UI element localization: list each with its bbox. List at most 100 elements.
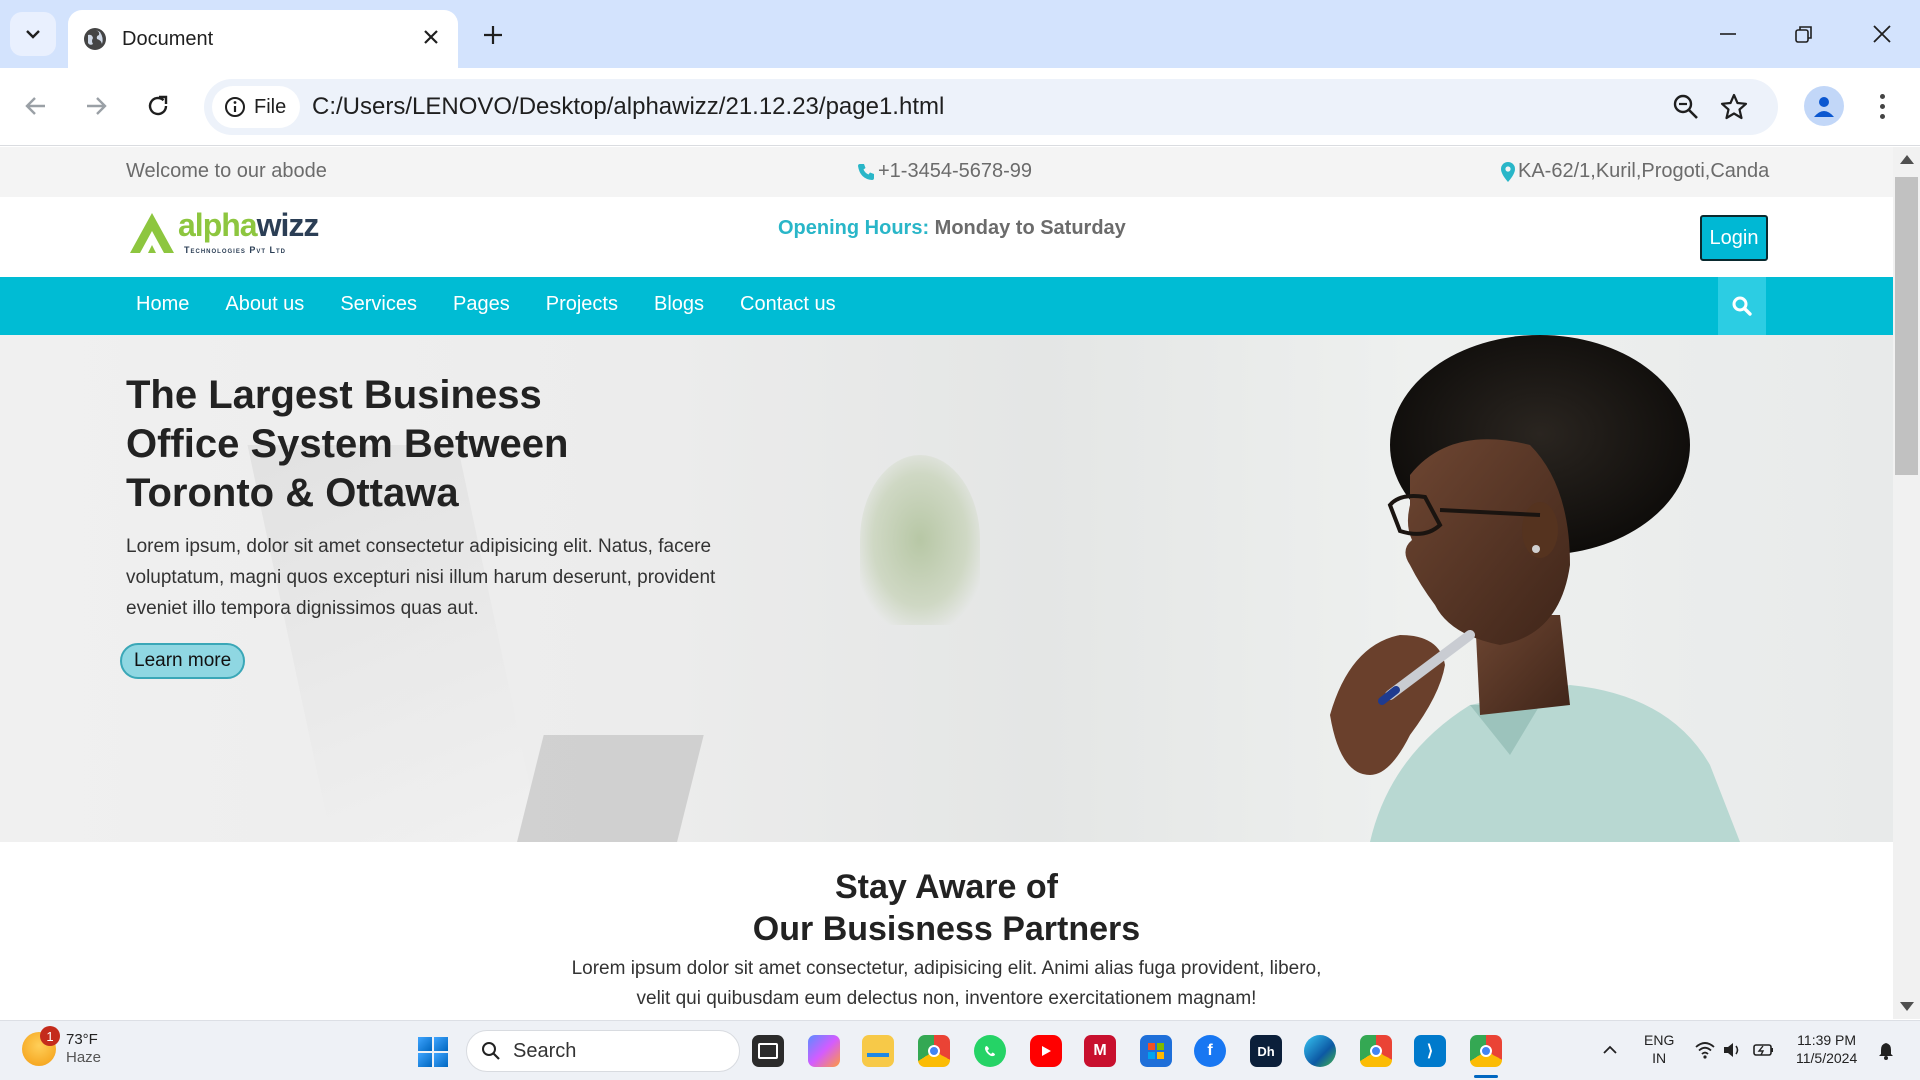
site-topbar: Welcome to our abode +1-3454-5678-99 KA-… bbox=[0, 147, 1893, 197]
logo-subtitle: Technologies Pvt Ltd bbox=[184, 245, 287, 255]
new-tab-icon[interactable] bbox=[478, 20, 508, 50]
active-app-indicator bbox=[1474, 1075, 1498, 1078]
page-scrollbar[interactable] bbox=[1893, 147, 1920, 1019]
nav-item-contact-us[interactable]: Contact us bbox=[732, 293, 844, 316]
opening-hours-label: Opening Hours: bbox=[778, 217, 930, 239]
close-window-button[interactable] bbox=[1862, 14, 1902, 54]
phone-info: +1-3454-5678-99 bbox=[856, 160, 1032, 183]
copilot-icon[interactable] bbox=[808, 1035, 840, 1067]
restore-button[interactable] bbox=[1784, 14, 1824, 54]
forward-button[interactable] bbox=[78, 88, 114, 124]
partners-title-line2: Our Busisness Partners bbox=[752, 910, 1141, 948]
nav-item-blogs[interactable]: Blogs bbox=[646, 293, 712, 316]
hero-bg-plant bbox=[860, 455, 980, 625]
browser-tab[interactable]: Document bbox=[68, 10, 458, 68]
scrollbar-thumb[interactable] bbox=[1895, 177, 1918, 475]
clock-date: 11/5/2024 bbox=[1796, 1050, 1858, 1066]
site-header: alphawizz Technologies Pvt Ltd Opening H… bbox=[0, 197, 1893, 277]
taskbar-search-box[interactable]: Search bbox=[466, 1030, 740, 1072]
logo-mark-icon bbox=[130, 213, 174, 253]
search-icon bbox=[482, 1042, 500, 1060]
hero-section: The Largest Business Office System Betwe… bbox=[0, 335, 1893, 842]
nav-item-pages[interactable]: Pages bbox=[445, 293, 518, 316]
profile-button[interactable] bbox=[1804, 86, 1844, 126]
bookmark-star-icon[interactable] bbox=[1718, 91, 1750, 123]
wifi-icon[interactable] bbox=[1694, 1041, 1716, 1059]
dh-app-icon[interactable]: Dh bbox=[1250, 1035, 1282, 1067]
browser-tab-strip: Document bbox=[0, 0, 1920, 68]
hero-woman-image bbox=[1330, 335, 1740, 842]
site-search-button[interactable] bbox=[1718, 277, 1766, 335]
tab-search-button[interactable] bbox=[10, 12, 56, 56]
url-text[interactable]: C:/Users/LENOVO/Desktop/alphawizz/21.12.… bbox=[312, 93, 944, 121]
tab-title: Document bbox=[122, 27, 214, 50]
phone-icon bbox=[858, 163, 874, 180]
scroll-down-arrow-icon[interactable] bbox=[1900, 1002, 1914, 1011]
opening-hours-value: Monday to Saturday bbox=[934, 217, 1126, 239]
vscode-icon[interactable]: ⟩ bbox=[1414, 1035, 1446, 1067]
back-button[interactable] bbox=[18, 88, 54, 124]
nav-item-services[interactable]: Services bbox=[332, 293, 425, 316]
nav-item-projects[interactable]: Projects bbox=[538, 293, 626, 316]
hero-title-line3: Toronto & Ottawa bbox=[126, 471, 459, 515]
windows-start-icon[interactable] bbox=[418, 1037, 448, 1067]
chevron-up-icon[interactable] bbox=[1602, 1043, 1618, 1057]
chevron-down-icon bbox=[26, 30, 40, 39]
alphawizz-logo[interactable]: alphawizz Technologies Pvt Ltd bbox=[128, 205, 328, 261]
close-icon bbox=[1873, 25, 1891, 43]
file-explorer-icon[interactable] bbox=[862, 1035, 894, 1067]
address-text: KA-62/1,Kuril,Progoti,Canda bbox=[1518, 160, 1770, 182]
weather-widget[interactable]: 1 73°F Haze bbox=[22, 1026, 101, 1067]
edge-icon[interactable] bbox=[1304, 1035, 1336, 1067]
close-tab-icon[interactable] bbox=[420, 26, 442, 48]
nav-item-home[interactable]: Home bbox=[128, 293, 197, 316]
minimize-button[interactable] bbox=[1708, 14, 1748, 54]
language-bottom: IN bbox=[1652, 1050, 1667, 1066]
partners-title-line1: Stay Aware of bbox=[835, 868, 1058, 906]
file-label: File bbox=[254, 95, 287, 118]
facebook-icon[interactable]: f bbox=[1194, 1035, 1226, 1067]
task-view-icon[interactable] bbox=[752, 1035, 784, 1067]
welcome-text: Welcome to our abode bbox=[126, 160, 327, 182]
weather-haze-icon: 1 bbox=[22, 1026, 60, 1066]
map-pin-icon bbox=[1501, 161, 1515, 182]
notifications-bell-icon[interactable] bbox=[1876, 1041, 1896, 1061]
hero-title-line1: The Largest Business bbox=[126, 373, 542, 417]
learn-more-button[interactable]: Learn more bbox=[120, 643, 246, 679]
nav-item-about-us[interactable]: About us bbox=[217, 293, 312, 316]
restore-icon bbox=[1795, 26, 1812, 43]
partners-section: Stay Aware of Our Busisness Partners Lor… bbox=[0, 842, 1893, 1019]
hero-title-line2: Office System Between bbox=[126, 422, 569, 466]
weather-temp: 73°F bbox=[66, 1031, 98, 1048]
hero-title: The Largest Business Office System Betwe… bbox=[126, 371, 686, 518]
arrow-left-icon bbox=[25, 97, 45, 115]
volume-icon[interactable] bbox=[1722, 1041, 1742, 1059]
chrome-profile-icon[interactable] bbox=[1360, 1035, 1392, 1067]
language-top: ENG bbox=[1644, 1032, 1675, 1048]
whatsapp-icon[interactable] bbox=[974, 1035, 1006, 1067]
notification-badge: 1 bbox=[40, 1026, 60, 1046]
scroll-up-arrow-icon[interactable] bbox=[1900, 155, 1914, 164]
chrome-active-icon[interactable] bbox=[1470, 1035, 1502, 1067]
chrome-icon[interactable] bbox=[918, 1035, 950, 1067]
mcafee-icon[interactable]: M bbox=[1084, 1035, 1116, 1067]
language-indicator[interactable]: ENG IN bbox=[1644, 1031, 1674, 1067]
page-viewport: Welcome to our abode +1-3454-5678-99 KA-… bbox=[0, 147, 1893, 1019]
info-icon bbox=[225, 97, 245, 117]
microsoft-store-icon[interactable] bbox=[1140, 1035, 1172, 1067]
minimize-icon bbox=[1720, 33, 1736, 35]
hero-bg-laptop bbox=[516, 735, 704, 842]
zoom-icon[interactable] bbox=[1670, 91, 1702, 123]
browser-toolbar: File C:/Users/LENOVO/Desktop/alphawizz/2… bbox=[0, 68, 1920, 146]
reload-button[interactable] bbox=[140, 88, 176, 124]
login-button[interactable]: Login bbox=[1700, 215, 1768, 261]
browser-menu-button[interactable] bbox=[1870, 86, 1894, 126]
clock[interactable]: 11:39 PM 11/5/2024 bbox=[1796, 1031, 1857, 1067]
hero-description: Lorem ipsum, dolor sit amet consectetur … bbox=[126, 536, 716, 619]
battery-charging-icon[interactable] bbox=[1752, 1041, 1776, 1059]
clock-time: 11:39 PM bbox=[1797, 1032, 1857, 1048]
youtube-icon[interactable] bbox=[1030, 1035, 1062, 1067]
address-bar[interactable]: File C:/Users/LENOVO/Desktop/alphawizz/2… bbox=[204, 79, 1778, 135]
site-info-chip[interactable]: File bbox=[212, 86, 300, 128]
windows-taskbar: 1 73°F Haze Search M f Dh ⟩ ENG IN 11:39… bbox=[0, 1020, 1920, 1080]
